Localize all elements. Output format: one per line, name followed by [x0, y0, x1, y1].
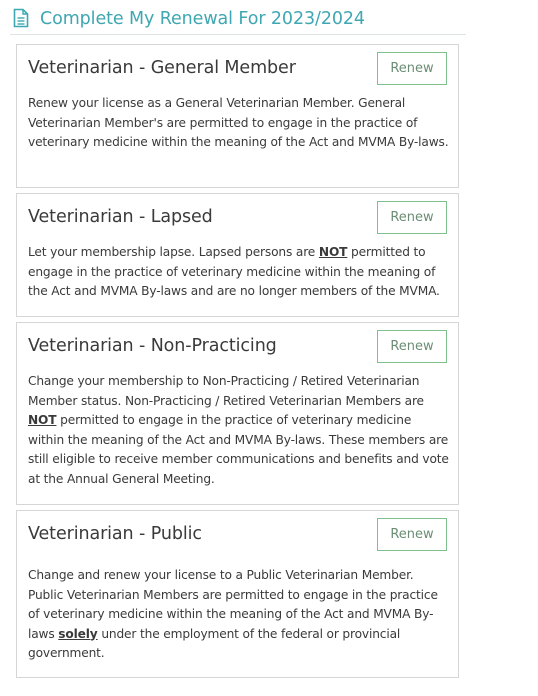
- renew-button[interactable]: Renew: [377, 52, 447, 85]
- card-description: Change and renew your license to a Publi…: [28, 566, 450, 664]
- card-description: Let your membership lapse. Lapsed person…: [28, 243, 450, 302]
- emphasis-text: NOT: [318, 245, 348, 259]
- description-text: Change your membership to Non-Practicing…: [28, 374, 424, 408]
- renew-button[interactable]: Renew: [377, 330, 447, 363]
- description-text: Let your membership lapse. Lapsed person…: [28, 245, 319, 259]
- description-text: permitted to engage in the practice of v…: [28, 413, 449, 486]
- renew-button[interactable]: Renew: [377, 518, 447, 551]
- membership-card-non-practicing: Veterinarian - Non-Practicing Renew Chan…: [16, 322, 459, 505]
- card-title: Veterinarian - General Member: [28, 58, 296, 78]
- renew-button[interactable]: Renew: [377, 201, 447, 234]
- document-icon: [13, 8, 31, 30]
- card-title: Veterinarian - Lapsed: [28, 207, 213, 227]
- membership-card-lapsed: Veterinarian - Lapsed Renew Let your mem…: [16, 193, 459, 317]
- card-title: Veterinarian - Non-Practicing: [28, 336, 277, 356]
- membership-card-public: Veterinarian - Public Renew Change and r…: [16, 510, 459, 678]
- card-title: Veterinarian - Public: [28, 524, 202, 544]
- card-description: Change your membership to Non-Practicing…: [28, 372, 450, 489]
- renewal-header: Complete My Renewal For 2023/2024: [10, 4, 466, 35]
- emphasis-text: NOT: [28, 413, 57, 427]
- page-title: Complete My Renewal For 2023/2024: [40, 9, 365, 29]
- renewal-page: Complete My Renewal For 2023/2024 Veteri…: [0, 0, 538, 696]
- membership-card-general: Veterinarian - General Member Renew Rene…: [16, 44, 459, 188]
- emphasis-text: solely: [58, 626, 98, 641]
- card-description: Renew your license as a General Veterina…: [28, 96, 449, 149]
